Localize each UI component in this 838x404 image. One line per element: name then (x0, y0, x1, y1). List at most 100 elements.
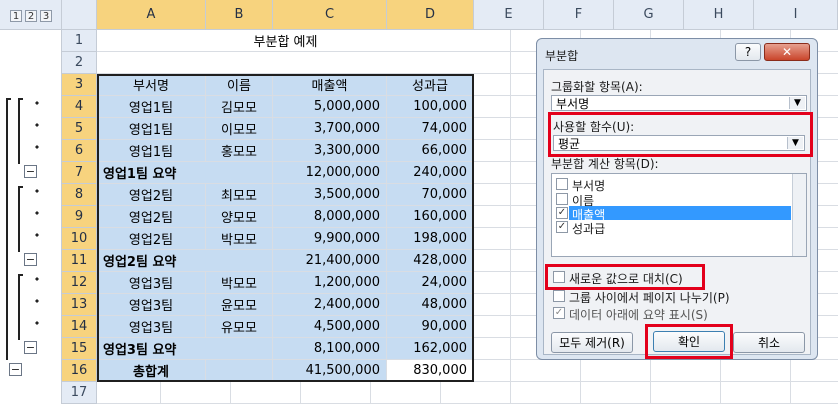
sheet-title[interactable]: 부분합 예제 (97, 30, 474, 52)
table-cell[interactable] (206, 162, 273, 184)
row-header[interactable]: 2 (62, 52, 97, 74)
column-header-h[interactable]: H (684, 0, 754, 30)
column-header-e[interactable]: E (474, 0, 544, 30)
header-cell[interactable]: 부서명 (97, 74, 206, 96)
table-cell[interactable]: 66,000 (387, 140, 474, 162)
table-cell[interactable]: 1,200,000 (273, 272, 387, 294)
outline-level-2-button[interactable]: 2 (25, 10, 37, 22)
group-by-select[interactable]: 부서명 ▼ (551, 95, 807, 111)
grand-total-label[interactable]: 총합계 (97, 360, 206, 382)
dropdown-arrow-icon[interactable]: ▼ (789, 97, 805, 109)
table-cell[interactable]: 90,000 (387, 316, 474, 338)
collapse-group-1-button[interactable]: − (24, 165, 37, 178)
table-cell[interactable]: 최모모 (206, 184, 273, 206)
table-cell[interactable]: 영업1팀 (97, 140, 206, 162)
calc-items-list[interactable]: 부서명 이름 ✓ 매출액 ✓ 성과급 (551, 173, 807, 257)
table-cell[interactable]: 162,000 (387, 338, 474, 360)
column-header-f[interactable]: F (544, 0, 614, 30)
table-cell[interactable]: 유모모 (206, 316, 273, 338)
table-cell[interactable]: 영업3팀 (97, 294, 206, 316)
calc-item-checkbox[interactable] (556, 193, 568, 205)
table-cell[interactable]: 영업1팀 (97, 118, 206, 140)
table-cell[interactable]: 3,700,000 (273, 118, 387, 140)
collapse-group-3-button[interactable]: − (24, 341, 37, 354)
table-cell[interactable]: 2,400,000 (273, 294, 387, 316)
row-header[interactable]: 8 (62, 184, 97, 206)
dropdown-arrow-icon[interactable]: ▼ (787, 137, 803, 149)
close-button[interactable]: ✕ (764, 43, 810, 61)
row-2-blank[interactable] (97, 52, 474, 74)
collapse-all-button[interactable]: − (9, 363, 22, 376)
header-cell[interactable]: 이름 (206, 74, 273, 96)
row-header[interactable]: 1 (62, 30, 97, 52)
row-header[interactable]: 7 (62, 162, 97, 184)
table-cell[interactable]: 48,000 (387, 294, 474, 316)
row-header[interactable]: 14 (62, 316, 97, 338)
row-header[interactable]: 3 (62, 74, 97, 96)
page-break-checkbox[interactable] (553, 290, 565, 302)
header-cell[interactable]: 성과급 (387, 74, 474, 96)
row-header[interactable]: 9 (62, 206, 97, 228)
table-cell[interactable]: 영업3팀 (97, 272, 206, 294)
summary-below-checkbox[interactable]: ✓ (553, 307, 565, 319)
collapse-group-2-button[interactable]: − (24, 253, 37, 266)
table-cell[interactable] (206, 250, 273, 272)
column-header-i[interactable]: I (754, 0, 838, 30)
row-header[interactable]: 6 (62, 140, 97, 162)
select-all-corner[interactable] (62, 0, 97, 30)
table-cell[interactable]: 박모모 (206, 272, 273, 294)
row-header[interactable]: 16 (62, 360, 97, 382)
outline-level-3-button[interactable]: 3 (40, 10, 52, 22)
calc-item-checkbox[interactable]: ✓ (556, 221, 568, 233)
table-cell[interactable]: 100,000 (387, 96, 474, 118)
table-cell[interactable]: 41,500,000 (273, 360, 387, 382)
cancel-button[interactable]: 취소 (733, 332, 805, 353)
table-cell[interactable]: 198,000 (387, 228, 474, 250)
table-cell[interactable]: 영업2팀 (97, 228, 206, 250)
table-cell[interactable]: 영업2팀 (97, 206, 206, 228)
table-cell[interactable]: 9,900,000 (273, 228, 387, 250)
table-cell[interactable]: 8,100,000 (273, 338, 387, 360)
row-header[interactable]: 10 (62, 228, 97, 250)
column-header-d[interactable]: D (387, 0, 474, 30)
column-header-c[interactable]: C (273, 0, 387, 30)
table-cell[interactable]: 70,000 (387, 184, 474, 206)
table-cell[interactable]: 영업1팀 (97, 96, 206, 118)
outline-level-1-button[interactable]: 1 (10, 10, 22, 22)
calc-item-checkbox[interactable] (556, 178, 568, 190)
table-cell[interactable]: 홍모모 (206, 140, 273, 162)
table-cell[interactable]: 74,000 (387, 118, 474, 140)
summary-cell[interactable]: 영업3팀 요약 (97, 338, 206, 360)
ok-button[interactable]: 확인 (653, 331, 725, 352)
row-header[interactable]: 5 (62, 118, 97, 140)
row-header[interactable]: 13 (62, 294, 97, 316)
table-cell[interactable]: 24,000 (387, 272, 474, 294)
summary-cell[interactable]: 영업2팀 요약 (97, 250, 206, 272)
table-cell[interactable]: 4,500,000 (273, 316, 387, 338)
function-select[interactable]: 평균 ▼ (553, 135, 805, 151)
column-header-b[interactable]: B (206, 0, 273, 30)
column-header-a[interactable]: A (97, 0, 206, 30)
row-header[interactable]: 12 (62, 272, 97, 294)
table-cell[interactable]: 428,000 (387, 250, 474, 272)
list-scrollbar[interactable] (792, 174, 806, 256)
remove-all-button[interactable]: 모두 제거(R) (551, 332, 633, 353)
row-header[interactable]: 15 (62, 338, 97, 360)
table-cell[interactable]: 240,000 (387, 162, 474, 184)
table-cell[interactable]: 3,500,000 (273, 184, 387, 206)
row-header[interactable]: 17 (62, 382, 97, 404)
table-cell[interactable]: 김모모 (206, 96, 273, 118)
help-button[interactable]: ? (735, 43, 761, 61)
summary-cell[interactable]: 영업1팀 요약 (97, 162, 206, 184)
table-cell[interactable] (206, 360, 273, 382)
table-cell[interactable]: 이모모 (206, 118, 273, 140)
table-cell[interactable]: 21,400,000 (273, 250, 387, 272)
column-header-g[interactable]: G (614, 0, 684, 30)
calc-item-checkbox[interactable]: ✓ (556, 207, 568, 219)
table-cell[interactable] (206, 338, 273, 360)
table-cell[interactable]: 160,000 (387, 206, 474, 228)
row-header[interactable]: 4 (62, 96, 97, 118)
row-header[interactable]: 11 (62, 250, 97, 272)
table-cell[interactable]: 12,000,000 (273, 162, 387, 184)
table-cell[interactable]: 윤모모 (206, 294, 273, 316)
